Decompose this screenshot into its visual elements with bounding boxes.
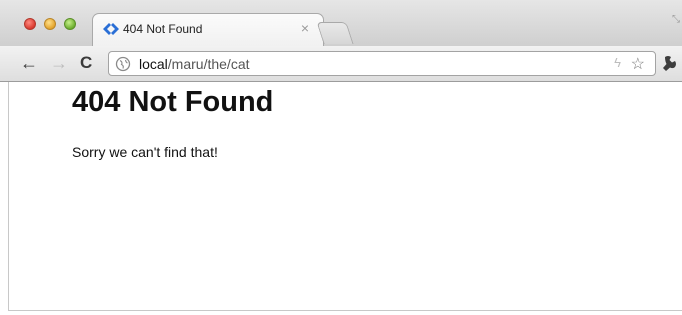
window-resize-icon: ⤡ — [672, 14, 680, 25]
back-button[interactable]: ← — [20, 53, 38, 73]
toolbar: ← → C local/maru/the/cat ϟ ☆ — [0, 46, 682, 82]
tab-strip: 404 Not Found × ⤡ — [0, 0, 682, 46]
url-text: local/maru/the/cat — [139, 56, 250, 72]
page-message: Sorry we can't find that! — [72, 144, 218, 160]
address-bar[interactable]: local/maru/the/cat ϟ ☆ — [108, 51, 656, 76]
forward-button[interactable]: → — [50, 53, 68, 73]
window-close-button[interactable] — [24, 18, 36, 30]
tab-404-not-found[interactable]: 404 Not Found × — [92, 13, 324, 46]
bookmark-star-icon[interactable]: ☆ — [631, 54, 645, 74]
browser-window: 404 Not Found × ⤡ ← → C local/maru/the/c… — [0, 0, 682, 315]
reload-button[interactable]: C — [80, 53, 92, 73]
frame-border — [8, 82, 9, 310]
url-host: local — [139, 56, 168, 72]
frame-border — [8, 310, 682, 311]
new-tab-button[interactable] — [316, 22, 354, 44]
tab-title: 404 Not Found — [123, 22, 203, 36]
window-maximize-button[interactable] — [64, 18, 76, 30]
url-path: /maru/the/cat — [167, 56, 250, 72]
window-minimize-button[interactable] — [44, 18, 56, 30]
globe-icon — [115, 56, 131, 72]
code-brackets-icon — [103, 23, 119, 35]
lightning-icon: ϟ — [614, 55, 621, 70]
page-heading: 404 Not Found — [72, 86, 274, 118]
tab-close-icon[interactable]: × — [301, 20, 309, 36]
wrench-icon[interactable] — [662, 54, 680, 72]
